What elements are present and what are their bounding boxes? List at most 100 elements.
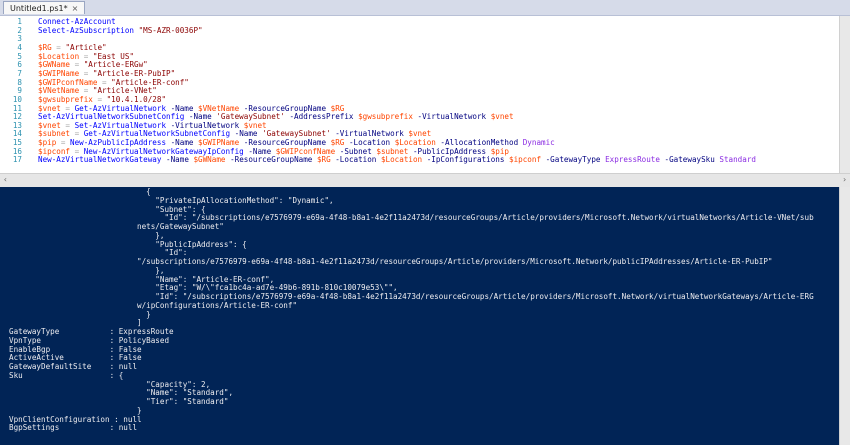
code-token: Dynamic — [522, 138, 555, 148]
code-token: -GatewaySku — [664, 155, 715, 165]
code-token: "Article-ER-PubIP" — [92, 68, 176, 78]
code-token: -Name — [170, 138, 194, 148]
code-token: $GWName — [193, 155, 226, 165]
code-token: $ipconf — [509, 155, 542, 165]
code-token: -Name — [248, 146, 272, 156]
code-token: -AllocationMethod — [440, 138, 519, 148]
code-token: "East US" — [92, 51, 135, 61]
code-token: = — [60, 120, 75, 130]
code-token: New-AzVirtualNetworkGateway — [38, 155, 162, 165]
tab-title: Untitled1.ps1* — [10, 3, 68, 13]
code-token: = — [97, 77, 112, 87]
code-token: 'GatewaySubnet' — [262, 129, 331, 139]
code-token: $vnet — [243, 120, 267, 130]
code-token: $GWIPName — [198, 138, 240, 148]
code-token: $Location — [394, 138, 436, 148]
code-token: $ipconf — [38, 146, 71, 156]
code-token: = — [92, 94, 107, 104]
code-token: $vnet — [38, 120, 61, 130]
editor-vertical-scrollbar[interactable] — [839, 16, 850, 173]
console-line: BgpSettings : null — [9, 423, 138, 433]
code-token: $pip — [38, 138, 57, 148]
code-token: -ResourceGroupName — [243, 103, 327, 113]
code-token: -GatewayType — [545, 155, 601, 165]
code-token: -Subnet — [339, 146, 372, 156]
code-token: Standard — [719, 155, 756, 165]
code-token: = — [60, 103, 75, 113]
console-line: { — [9, 187, 151, 196]
console-line: GatewayDefaultSite : null — [9, 362, 138, 371]
code-token: = — [70, 129, 84, 139]
code-token: -Location — [348, 138, 391, 148]
code-token: $subnet — [38, 129, 71, 139]
code-token: "MS-AZR-0036P" — [138, 25, 203, 35]
code-token: -Name — [166, 155, 189, 165]
code-line[interactable]: 17 New-AzVirtualNetworkGateway -Name $GWN… — [0, 155, 756, 166]
code-token: $GWName — [38, 60, 71, 70]
close-icon[interactable]: × — [72, 2, 79, 15]
code-token: "Article-VNet" — [92, 86, 157, 96]
code-token: $RG — [330, 138, 345, 148]
code-token: -ResourceGroupName — [243, 138, 327, 148]
code-token: $gwsubprefix — [358, 112, 413, 122]
console-pane[interactable]: { "PrivateIpAllocationMethod": "Dynamic"… — [0, 187, 840, 445]
code-token: $vnet — [38, 103, 61, 113]
code-token: $Location — [38, 51, 80, 61]
code-token: Get-AzVirtualNetwork — [74, 103, 167, 113]
code-token: -VirtualNetwork — [170, 120, 240, 130]
console-line: "/subscriptions/e7576979-e69a-4f48-b8a1-… — [9, 257, 773, 266]
code-token: -AddressPrefix — [289, 112, 354, 122]
code-token: $GWIPconfName — [38, 77, 98, 87]
code-token: -Name — [234, 129, 258, 139]
code-token: $vnet — [490, 112, 514, 122]
code-token: $vnet — [408, 129, 432, 139]
code-token: New-AzPublicIpAddress — [70, 138, 167, 148]
code-token: Set-AzVirtualNetworkSubnetConfig — [38, 112, 185, 122]
code-token: ExpressRoute — [605, 155, 660, 165]
console-vertical-scrollbar[interactable] — [839, 187, 850, 445]
console-line: "PrivateIpAllocationMethod": "Dynamic", — [9, 195, 334, 205]
code-token: $RG — [316, 155, 331, 165]
code-token: -Name — [170, 103, 194, 113]
code-token: 'GatewaySubnet' — [216, 112, 285, 122]
code-token: -VirtualNetwork — [335, 129, 404, 139]
code-token: -VirtualNetwork — [417, 112, 487, 122]
line-number: 17 — [12, 155, 22, 165]
code-token: -PublicIpAddress — [412, 146, 487, 156]
code-token: $GWIPName — [38, 68, 80, 78]
console-line: GatewayType : ExpressRoute — [9, 327, 174, 336]
code-token: New-AzVirtualNetworkGatewayIpConfig — [83, 146, 244, 156]
code-token: = — [56, 138, 71, 148]
code-token: $subnet — [376, 146, 409, 156]
console-line: "Id": "/subscriptions/e7576979-e69a-4f48… — [9, 292, 814, 301]
code-token: Set-AzVirtualNetwork — [74, 120, 167, 130]
console-line: VpnType : PolicyBased — [9, 335, 170, 345]
code-token: $VNetName — [198, 103, 240, 113]
script-editor[interactable]: 1 Connect-AzAccount 2 Select-AzSubscription… — [0, 16, 840, 173]
console-line: "Tier": "Standard" — [9, 397, 229, 406]
code-token: $RG — [330, 103, 345, 113]
code-token: -IpConfigurations — [426, 155, 505, 165]
code-token: $gwsubprefix — [38, 94, 93, 104]
scroll-right-icon[interactable]: › — [842, 175, 847, 184]
tab-untitled1[interactable]: Untitled1.ps1* × — [3, 1, 86, 15]
code-token: Connect-AzAccount — [38, 17, 116, 26]
console-line: Sku : { — [9, 370, 124, 380]
code-token: -ResourceGroupName — [230, 155, 313, 165]
code-token: $GWIPconfName — [275, 146, 336, 156]
code-token: Select-AzSubscription — [38, 25, 135, 35]
code-token: Get-AzVirtualNetworkSubnetConfig — [83, 129, 231, 139]
scroll-left-icon[interactable]: ‹ — [3, 175, 8, 184]
code-token: "Article" — [65, 42, 107, 52]
code-token: "Article-ER-conf" — [111, 77, 189, 87]
code-token: $VNetName — [38, 86, 80, 96]
tab-bar: Untitled1.ps1* × — [0, 0, 850, 16]
code-token: $pip — [490, 146, 509, 156]
console-line: nets/GatewaySubnet" — [9, 222, 224, 231]
code-token: = — [79, 68, 93, 78]
console-line: }, — [9, 230, 165, 240]
code-token: $RG — [38, 42, 52, 52]
code-token: -Name — [188, 112, 212, 122]
editor-horizontal-scrollbar[interactable]: ‹ › — [0, 173, 850, 188]
code-token: $Location — [380, 155, 423, 165]
